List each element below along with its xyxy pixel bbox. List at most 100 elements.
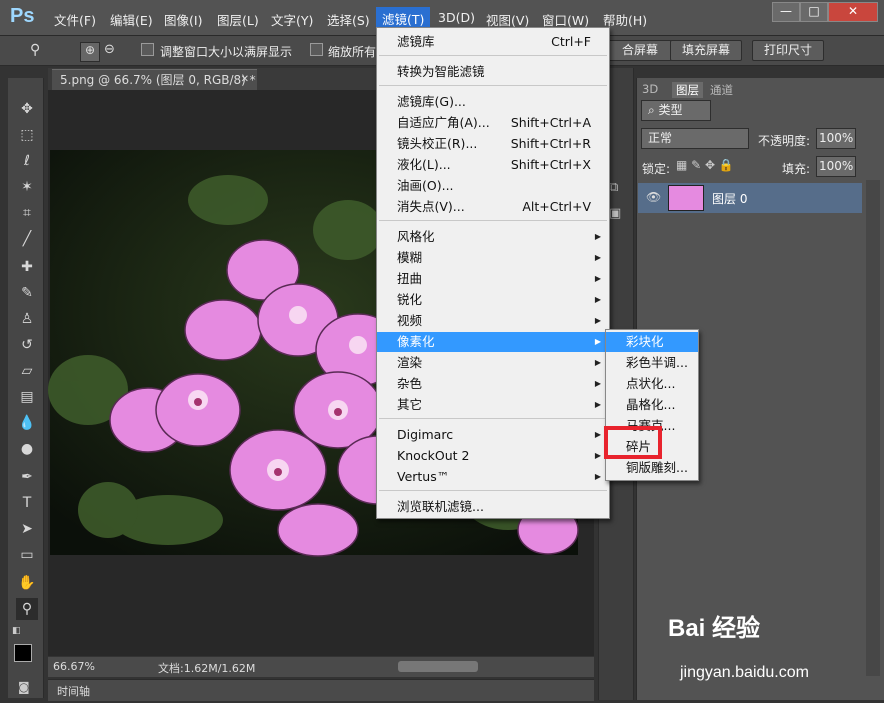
lasso-tool-icon[interactable]: ℓ [16, 150, 38, 172]
filter-menu-item[interactable]: 杂色 ▶ [377, 374, 609, 394]
zoom-level[interactable]: 66.67% [53, 660, 95, 673]
resize-window-checkbox[interactable] [141, 43, 154, 56]
menu-3d[interactable]: 3D(D) [438, 10, 475, 25]
hand-tool-icon[interactable]: ✋ [16, 572, 38, 594]
submenu-arrow-icon: ▶ [594, 337, 601, 346]
filter-menu-item[interactable]: 油画(O)... [377, 176, 609, 196]
print-size-button[interactable]: 打印尺寸 [752, 40, 824, 61]
layers-scrollbar[interactable] [866, 180, 880, 676]
crop-tool-icon[interactable]: ⌗ [16, 202, 38, 224]
filter-menu-item-label: 扭曲 [397, 271, 423, 286]
type-tool-icon[interactable]: T [16, 492, 38, 514]
fit-screen-button[interactable]: 合屏幕 [608, 40, 672, 61]
zoom-out-icon[interactable]: ⊖ [104, 42, 115, 57]
history-panel-icon[interactable]: ⧉ [609, 180, 618, 195]
layer-filter-dropdown[interactable]: ⌕ 类型 [641, 100, 711, 121]
pen-tool-icon[interactable]: ✒ [16, 466, 38, 488]
pixelate-submenu-item[interactable]: 彩块化 [606, 332, 698, 352]
foreground-color-swatch[interactable] [14, 644, 32, 662]
menu-type[interactable]: 文字(Y) [271, 10, 313, 29]
horizontal-scrollbar-thumb[interactable] [398, 661, 478, 672]
zoom-tool-icon[interactable]: ⚲ [16, 598, 38, 620]
menu-file[interactable]: 文件(F) [54, 10, 96, 29]
filter-menu-item-label: 锐化 [397, 292, 423, 307]
layer-thumbnail [668, 185, 704, 211]
filter-menu-item[interactable]: 像素化 ▶ [377, 332, 609, 352]
pixelate-submenu-item[interactable]: 点状化... [606, 374, 698, 394]
pixelate-submenu-item[interactable]: 彩色半调... [606, 353, 698, 373]
layer-name[interactable]: 图层 0 [712, 190, 747, 207]
default-colors-icon[interactable]: ◧ [12, 626, 26, 636]
marquee-tool-icon[interactable]: ⬚ [16, 124, 38, 146]
filter-menu-item[interactable]: 风格化 ▶ [377, 227, 609, 247]
gradient-tool-icon[interactable]: ▤ [16, 386, 38, 408]
eraser-tool-icon[interactable]: ▱ [16, 360, 38, 382]
submenu-arrow-icon: ▶ [594, 472, 601, 481]
filter-menu-item[interactable]: KnockOut 2 ▶ [377, 446, 609, 466]
submenu-arrow-icon: ▶ [594, 295, 601, 304]
baidu-watermark-url: jingyan.baidu.com [680, 664, 809, 681]
close-window-button[interactable]: ✕ [828, 2, 878, 22]
properties-panel-icon[interactable]: ▣ [609, 206, 621, 221]
filter-menu-item[interactable]: 浏览联机滤镜... [377, 497, 609, 517]
filter-menu-item[interactable]: Vertus™ ▶ [377, 467, 609, 487]
quick-mask-icon[interactable]: ◙ [18, 680, 30, 694]
zoom-all-checkbox[interactable] [310, 43, 323, 56]
document-tab[interactable]: 5.png @ 66.7% (图层 0, RGB/8) * ✕ [52, 69, 257, 90]
menu-select[interactable]: 选择(S) [327, 10, 370, 29]
filter-menu-item[interactable]: 转换为智能滤镜 [377, 62, 609, 82]
eyedropper-icon[interactable]: ╱ [16, 228, 38, 250]
filter-menu-item[interactable]: 液化(L)... Shift+Ctrl+X [377, 155, 609, 175]
filter-menu-item[interactable]: 自适应广角(A)... Shift+Ctrl+A [377, 113, 609, 133]
lock-icons[interactable]: ▦ ✎ ✥ 🔒 [676, 158, 734, 172]
close-tab-icon[interactable]: ✕ [241, 70, 249, 90]
filter-menu-item[interactable]: 扭曲 ▶ [377, 269, 609, 289]
submenu-arrow-icon: ▶ [594, 400, 601, 409]
stamp-tool-icon[interactable]: ♙ [16, 308, 38, 330]
filter-menu-item[interactable]: 镜头校正(R)... Shift+Ctrl+R [377, 134, 609, 154]
filter-menu-item-label: 渲染 [397, 355, 423, 370]
pixelate-submenu-item[interactable]: 晶格化... [606, 395, 698, 415]
filter-menu-item[interactable]: 锐化 ▶ [377, 290, 609, 310]
fill-input[interactable]: 100% [816, 156, 856, 177]
visibility-eye-icon[interactable]: 👁 [646, 190, 661, 204]
filter-menu-item[interactable]: 其它 ▶ [377, 395, 609, 415]
blend-mode-dropdown[interactable]: 正常 [641, 128, 749, 149]
fill-screen-button[interactable]: 填充屏幕 [670, 40, 742, 61]
filter-menu-item[interactable]: 渲染 ▶ [377, 353, 609, 373]
filter-menu-item[interactable]: 消失点(V)... Alt+Ctrl+V [377, 197, 609, 217]
history-brush-icon[interactable]: ↺ [16, 334, 38, 356]
shape-tool-icon[interactable]: ▭ [16, 544, 38, 566]
brush-tool-icon[interactable]: ✎ [16, 282, 38, 304]
tab-3d[interactable]: 3D [642, 82, 658, 98]
maximize-button[interactable]: □ [800, 2, 828, 22]
zoom-tool-icon[interactable]: ⚲ [30, 42, 40, 58]
filter-menu-item[interactable]: 滤镜库 Ctrl+F [377, 32, 609, 52]
zoom-all-label: 缩放所有 [328, 45, 377, 59]
opacity-label: 不透明度: [758, 134, 811, 148]
filter-menu-item[interactable]: 模糊 ▶ [377, 248, 609, 268]
timeline-label[interactable]: 时间轴 [57, 683, 90, 699]
tab-layers[interactable]: 图层 [672, 82, 703, 98]
blur-tool-icon[interactable]: 💧 [16, 412, 38, 434]
magic-wand-icon[interactable]: ✶ [16, 176, 38, 198]
healing-brush-icon[interactable]: ✚ [16, 256, 38, 278]
path-select-icon[interactable]: ➤ [16, 518, 38, 540]
dodge-tool-icon[interactable]: ● [16, 438, 38, 460]
filter-menu-item[interactable]: 视频 ▶ [377, 311, 609, 331]
zoom-in-icon[interactable]: ⊕ [80, 42, 100, 62]
minimize-button[interactable]: — [772, 2, 800, 22]
filter-menu-item-label: 消失点(V)... [397, 199, 465, 214]
menu-image[interactable]: 图像(I) [164, 10, 202, 29]
menu-edit[interactable]: 编辑(E) [110, 10, 153, 29]
opacity-input[interactable]: 100% [816, 128, 856, 149]
filter-menu-item-label: KnockOut 2 [397, 448, 470, 463]
tab-channels[interactable]: 通道 [710, 82, 733, 98]
move-tool-icon[interactable]: ✥ [16, 98, 38, 120]
filter-menu-item[interactable]: 滤镜库(G)... [377, 92, 609, 112]
pixelate-submenu-item[interactable]: 铜版雕刻... [606, 458, 698, 478]
menu-layer[interactable]: 图层(L) [217, 10, 259, 29]
tools-panel: ✥ ⬚ ℓ ✶ ⌗ ╱ ✚ ✎ ♙ ↺ ▱ ▤ 💧 ● ✒ T ➤ ▭ ✋ ⚲ … [8, 78, 44, 698]
layer-row[interactable]: 👁 图层 0 [638, 183, 862, 213]
filter-menu-item[interactable]: Digimarc ▶ [377, 425, 609, 445]
